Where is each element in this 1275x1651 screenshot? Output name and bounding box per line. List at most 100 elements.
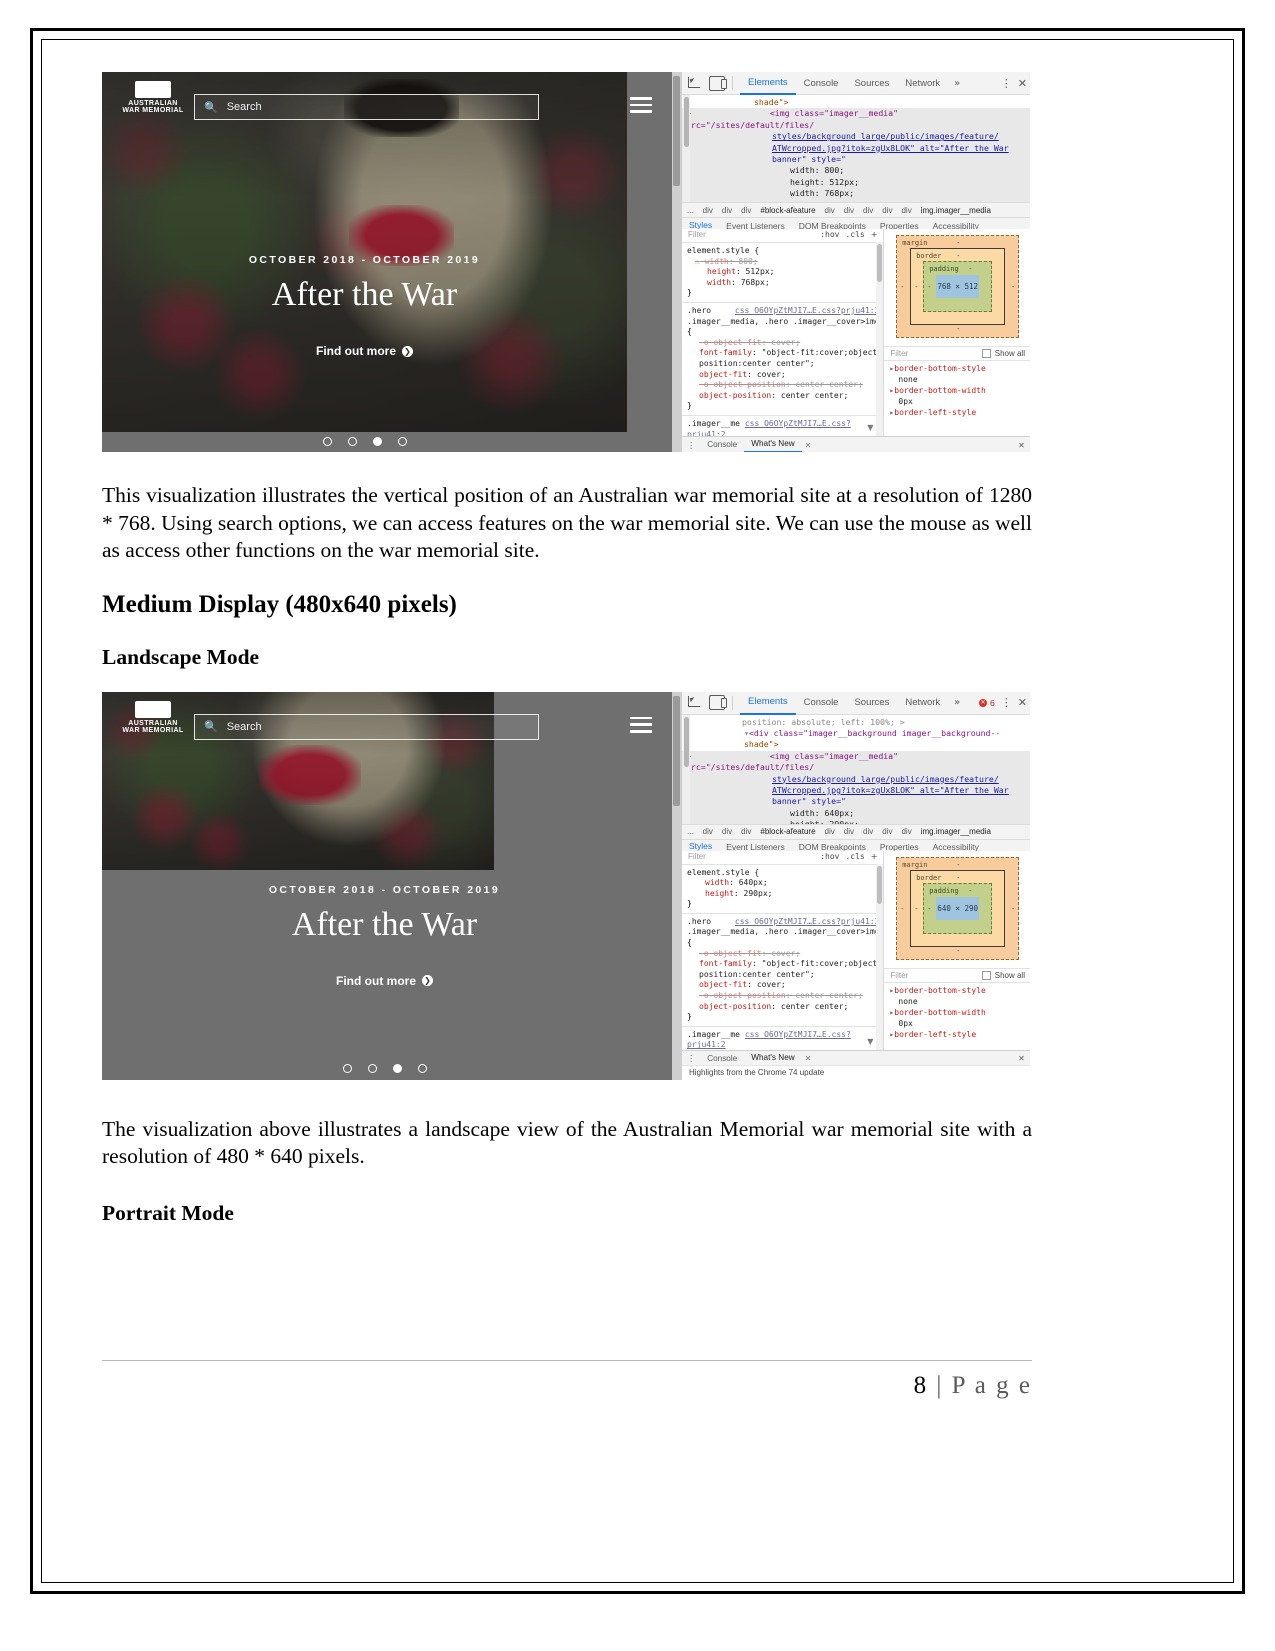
padding-left-value[interactable]: - [927,282,931,293]
breadcrumb-item[interactable]: div [882,827,892,836]
kebab-menu-icon[interactable]: ⋮ [1001,696,1012,709]
breadcrumb-item[interactable]: div [741,206,751,215]
close-icon[interactable]: ✕ [805,440,812,450]
carousel-dot-1[interactable] [347,436,357,446]
carousel-dot-1[interactable] [367,1064,377,1074]
dom-line-text[interactable]: styles/background_large/public/images/fe… [772,774,999,784]
tab-elements[interactable]: Elements [740,72,796,95]
breadcrumb-item[interactable]: img.imager__media [921,827,991,836]
style-rule-hero-2[interactable]: .hero css_O6OYpZtMJI7…E.css?prju41:2 .ima… [682,914,884,1027]
rule-declaration[interactable]: -o-object-fit: cover; [687,949,883,960]
search-input-1[interactable]: 🔍 Search [194,94,539,120]
find-out-more-link-2[interactable]: Find out more ❯ [336,974,433,988]
tab-sources[interactable]: Sources [846,72,897,94]
breadcrumb-item[interactable]: div [703,206,713,215]
carousel-dots-1[interactable] [102,432,627,450]
breadcrumb-item[interactable]: ... [687,827,694,836]
scroll-down-caret[interactable]: ▼ [867,423,873,434]
inspect-element-icon[interactable] [688,76,702,90]
tab-console[interactable]: Console [796,72,847,94]
padding-top-value[interactable]: - [968,886,972,897]
rule-declaration[interactable]: object-position: center center; [687,391,883,402]
kebab-menu-icon[interactable]: ⋮ [1001,77,1012,90]
device-toolbar-icon[interactable] [709,695,727,710]
close-icon[interactable]: ✕ [1018,696,1027,709]
hamburger-menu-icon[interactable] [630,716,652,733]
style-rule-hero-1[interactable]: .hero css_O6OYpZtMJI7…E.css?prju41:2 .ima… [682,303,884,416]
dom-tree-scrollbar-1[interactable] [683,95,690,202]
styles-pane-1[interactable]: Filter :hov .cls + element.style { ⚠ wid… [682,229,885,437]
rule-declaration[interactable]: object-fit: cover; [687,980,883,991]
breadcrumb-item[interactable]: #block-afeature [760,206,815,215]
inspect-element-icon[interactable] [688,696,702,709]
checkbox-icon[interactable] [981,970,991,980]
margin-left-value[interactable]: - [900,282,904,293]
style-rule-imager-media-2[interactable]: .imager__me css_O6OYpZtMJI7…E.css?prju41… [682,1027,883,1051]
breadcrumb-item[interactable]: div [703,827,713,836]
breadcrumb-item[interactable]: div [722,206,732,215]
breadcrumb-item[interactable]: div [863,206,873,215]
computed-property[interactable]: ▸border-left-style [884,1029,1030,1040]
rule-declaration[interactable]: height: 290px; [687,889,883,900]
rule-source-link[interactable]: css_O6OYpZtMJI7…E.css?prju41:2 [735,917,883,928]
dom-breadcrumb-1[interactable]: ... div div div #block-afeature div div … [682,202,1030,218]
viewport-scrollbar-2[interactable] [672,691,681,1080]
rule-declaration[interactable]: object-position: center center; [687,1002,883,1013]
dom-line[interactable]: ▾<div class="imager__background imager__… [682,728,1030,739]
computed-filter-input-1[interactable]: Filter [884,348,908,359]
find-out-more-link-1[interactable]: Find out more ❯ [316,344,413,358]
device-toolbar-icon[interactable] [709,75,727,91]
box-model-content-size[interactable]: 640 × 290 [936,896,980,920]
styles-pane-2[interactable]: Filter :hov .cls + element.style { width… [682,850,885,1051]
tab-elements[interactable]: Elements [740,692,796,715]
cls-toggle-1[interactable]: .cls [845,230,864,241]
carousel-dot-3[interactable] [397,436,407,446]
kebab-menu-icon[interactable]: ⋮ [682,1053,700,1063]
carousel-dot-2[interactable] [372,436,382,446]
rule-declaration[interactable]: font-family: "object-fit:cover;object-po… [687,348,883,369]
rule-source-link[interactable]: css_O6OYpZtMJI7…E.css?prju41:2 [735,306,883,317]
breadcrumb-item[interactable]: ... [687,206,694,215]
tab-network[interactable]: Network [897,692,948,714]
drawer-close-icon[interactable]: ✕ [1018,1053,1030,1063]
breadcrumb-item[interactable]: div [825,827,835,836]
close-icon[interactable]: ✕ [1018,77,1027,90]
rule-declaration[interactable]: -o-object-position: center center; [687,380,883,391]
padding-top-value[interactable]: - [968,264,972,275]
computed-property-list-2[interactable]: ▸border-bottom-style none ▸border-bottom… [884,983,1030,1040]
margin-right-value[interactable]: - [1011,282,1015,293]
show-all-toggle-1[interactable]: Show all [981,348,1030,359]
rule-declaration[interactable]: height: 512px; [687,267,883,278]
computed-property[interactable]: ▸border-left-style [884,407,1030,418]
drawer-tab-console-2[interactable]: Console [700,1051,744,1066]
dom-line-text[interactable]: styles/background_large/public/images/fe… [772,131,999,141]
cls-toggle-2[interactable]: .cls [845,852,864,863]
styles-filter-input-1[interactable]: Filter [682,230,820,241]
breadcrumb-item[interactable]: #block-afeature [760,827,815,836]
checkbox-icon[interactable] [981,349,991,358]
dom-line-text[interactable]: ATWcropped.jpg?itok=zgUx8LOK" alt="After… [772,785,1009,795]
breadcrumb-item[interactable]: div [722,827,732,836]
border-left-value[interactable]: - [914,282,918,293]
dom-tree-1[interactable]: shade"> ⋯ <img class="imager__media" src… [682,95,1030,202]
carousel-dot-0[interactable] [322,436,332,446]
dom-breadcrumb-2[interactable]: ... div div div #block-afeature div div … [682,823,1030,840]
margin-right-value[interactable]: - [1011,904,1015,915]
kebab-menu-icon[interactable]: ⋮ [682,440,700,450]
drawer-close-icon[interactable]: ✕ [1018,440,1030,450]
carousel-dot-0[interactable] [342,1064,352,1074]
carousel-dots-2[interactable] [102,1060,667,1078]
plus-icon[interactable]: + [871,852,878,863]
chevron-double-right-icon[interactable]: » [948,78,966,89]
rule-declaration[interactable]: -o-object-position: center center; [687,991,883,1002]
tab-console[interactable]: Console [796,692,847,714]
dom-selected-node[interactable]: ⋯ <img class="imager__media" src="/sites… [682,108,1030,202]
rule-declaration[interactable]: font-family: "object-fit:cover;object-po… [687,959,883,980]
carousel-dot-2[interactable] [392,1064,402,1074]
breadcrumb-item[interactable]: div [844,206,854,215]
computed-pane-2[interactable]: margin - - - - border - - padding - - 64… [884,850,1030,1051]
style-rule-imager-media-1[interactable]: .imager__me css_O6OYpZtMJI7…E.css?prju41… [682,416,883,437]
computed-filter-input-2[interactable]: Filter [884,970,908,981]
rule-declaration[interactable]: -o-object-fit: cover; [687,338,883,349]
dom-line-text[interactable]: ATWcropped.jpg?itok=zgUx8LOK" alt="After… [772,143,1009,153]
